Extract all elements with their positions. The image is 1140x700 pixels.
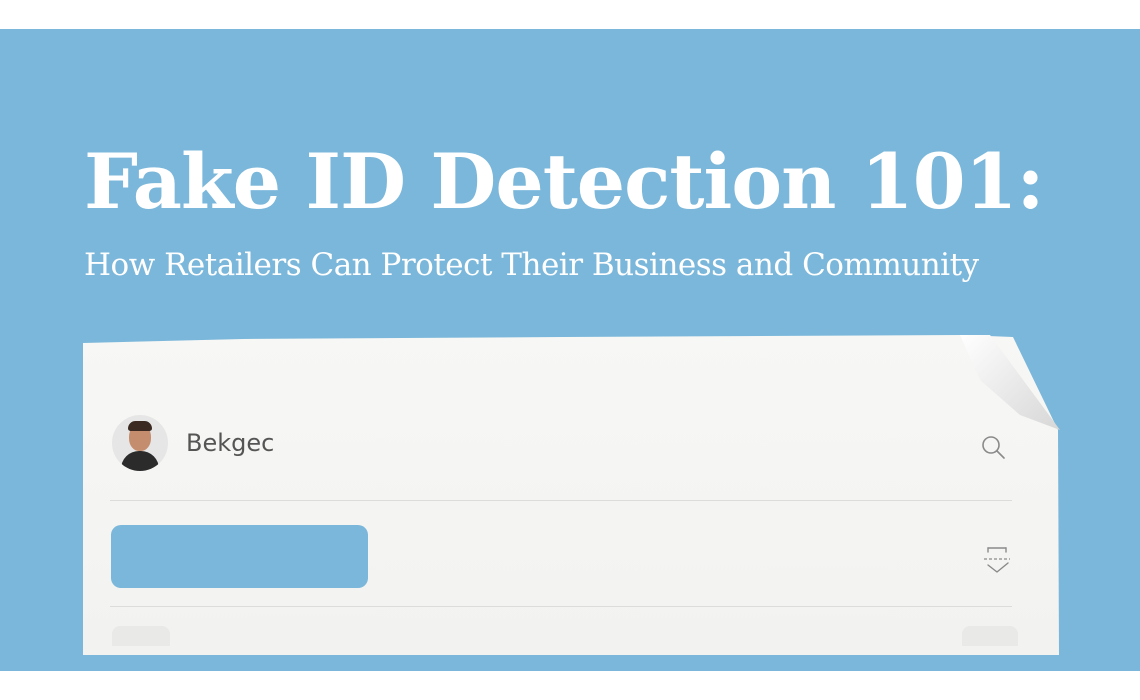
avatar[interactable] [112,415,168,471]
partial-element [112,626,170,646]
page-subtitle: How Retailers Can Protect Their Business… [84,247,979,283]
page-title: Fake ID Detection 101: [84,137,1045,226]
id-scan-icon[interactable] [980,541,1014,577]
divider [110,500,1012,501]
paper-card [83,335,1059,655]
partial-element [962,626,1018,646]
divider [110,606,1012,607]
search-icon[interactable] [979,433,1007,461]
user-name: Bekgec [186,429,275,457]
avatar-hair [128,421,152,431]
avatar-body [121,451,159,471]
primary-action-button[interactable] [111,525,368,588]
